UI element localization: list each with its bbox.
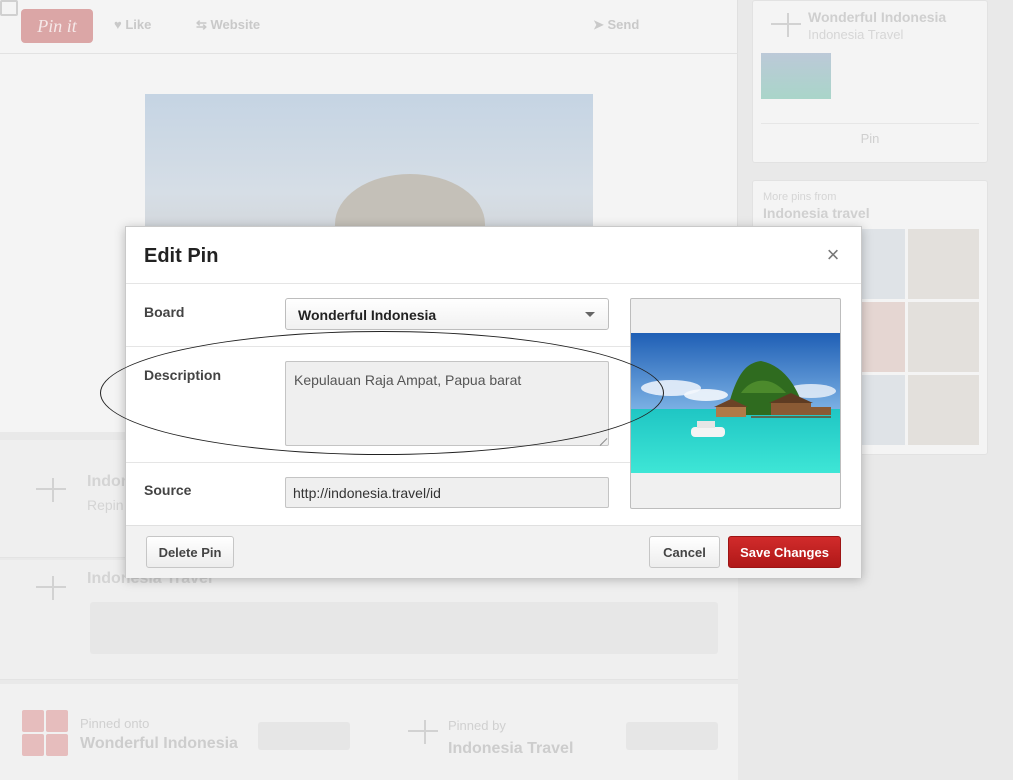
pin-preview-image [630, 298, 841, 509]
pinned-onto-board[interactable]: Wonderful Indonesia [80, 735, 238, 753]
sidebar-board-card: Wonderful Indonesia Indonesia Travel Pin [752, 0, 988, 163]
chevron-down-icon [585, 312, 595, 317]
delete-pin-button[interactable]: Delete Pin [146, 536, 234, 568]
sidebar-board-subtitle: Indonesia Travel [808, 27, 904, 42]
source-field[interactable] [285, 477, 609, 508]
board-row: Board Wonderful Indonesia [126, 284, 631, 347]
close-icon[interactable]: × [823, 244, 843, 266]
website-label: Website [210, 17, 261, 32]
dialog-footer: Delete Pin Cancel Save Changes [126, 525, 861, 578]
share-icon[interactable] [0, 0, 18, 16]
board-label: Board [144, 304, 185, 320]
pinner-name: Indon [87, 473, 131, 490]
more-pins-title[interactable]: Indonesia travel [763, 205, 870, 221]
pinned-onto-label: Pinned onto [80, 716, 150, 731]
like-button[interactable]: ♥ Like [114, 17, 151, 32]
comment-row: Indonesia Travel [0, 560, 738, 680]
pinned-by-label: Pinned by [448, 718, 506, 733]
board-select[interactable]: Wonderful Indonesia [285, 298, 609, 330]
pin-it-button[interactable]: Pin it [21, 9, 93, 43]
pinned-by-user[interactable]: Indonesia Travel [448, 740, 573, 758]
cancel-button[interactable]: Cancel [649, 536, 720, 568]
logo-icon [26, 476, 70, 508]
board-grid-icon [22, 710, 68, 756]
send-button[interactable]: ➤ Send [593, 17, 639, 33]
pinner-sub: Repin [87, 497, 124, 513]
edit-pin-dialog: Edit Pin × Board Wonderful Indonesia Des… [125, 226, 862, 578]
heart-icon: ♥ [114, 17, 126, 32]
source-label: Source [144, 482, 192, 498]
dialog-header: Edit Pin × [126, 227, 861, 284]
more-pin-thumb[interactable] [908, 302, 979, 372]
description-row: Description Kepulauan Raja Ampat, Papua … [126, 347, 631, 463]
send-icon: ➤ [593, 17, 608, 32]
source-row: Source [126, 463, 631, 525]
follow-board-button[interactable] [258, 722, 350, 750]
logo-icon [761, 11, 805, 43]
like-label: Like [125, 17, 152, 32]
pin-toolbar: Pin it ♥ Like ⇆ Website ➤ Send [0, 0, 738, 54]
island-photo [631, 333, 840, 473]
website-button[interactable]: ⇆ Website [196, 17, 260, 33]
board-select-value: Wonderful Indonesia [298, 307, 437, 323]
more-pin-thumb[interactable] [908, 229, 979, 299]
logo-icon [26, 574, 70, 606]
more-pins-label: More pins from [763, 191, 837, 203]
save-changes-button[interactable]: Save Changes [728, 536, 841, 568]
follow-user-button[interactable] [626, 722, 718, 750]
sidebar-board-thumb[interactable] [761, 53, 831, 99]
comment-box[interactable] [90, 602, 718, 654]
sidebar-pin-button[interactable]: Pin [761, 123, 979, 153]
description-label: Description [144, 367, 222, 383]
send-label: Send [607, 17, 640, 32]
more-pin-thumb[interactable] [908, 375, 979, 445]
logo-icon [398, 718, 442, 750]
description-field[interactable]: Kepulauan Raja Ampat, Papua barat [285, 361, 609, 446]
resize-handle[interactable] [600, 437, 608, 445]
website-icon: ⇆ [196, 17, 211, 32]
sidebar-board-title[interactable]: Wonderful Indonesia [808, 9, 946, 25]
dialog-title: Edit Pin [144, 245, 219, 267]
